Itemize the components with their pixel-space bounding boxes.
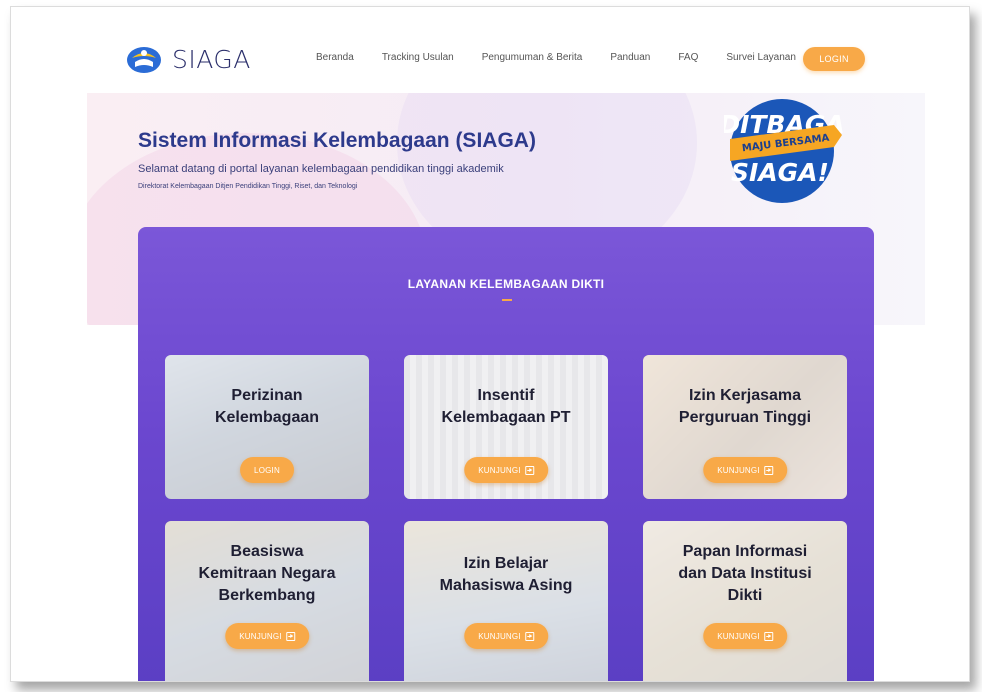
site-logo[interactable]: SIAGA [126, 44, 251, 74]
card-title-line: Berkembang [218, 587, 316, 604]
button-label: KUNJUNGI [478, 465, 521, 475]
nav-item-faq[interactable]: FAQ [678, 52, 698, 63]
brand-name: SIAGA [172, 44, 251, 74]
card-title-line: Papan Informasi [682, 543, 808, 560]
nav-item-tracking-usulan[interactable]: Tracking Usulan [382, 52, 454, 63]
hero-subtitle: Selamat datang di portal layanan kelemba… [138, 163, 504, 175]
service-card-kerjasama[interactable]: Izin Kerjasama Perguruan Tinggi KUNJUNGI [643, 355, 847, 499]
navbar: SIAGA Beranda Tracking Usulan Pengumuman… [11, 7, 969, 93]
card-overlay [404, 521, 608, 681]
card-title-line: Insentif [477, 387, 535, 404]
tut-wuri-handayani-logo-icon [127, 47, 161, 73]
card-title-line: Beasiswa [230, 543, 304, 560]
button-label: KUNJUNGI [478, 631, 521, 641]
browser-frame: SIAGA Beranda Tracking Usulan Pengumuman… [10, 6, 970, 682]
card-visit-button[interactable]: KUNJUNGI [703, 457, 787, 483]
card-title: Papan Informasi dan Data Institusi Dikti [643, 541, 847, 607]
card-title-line: Dikti [727, 587, 763, 604]
service-card-insentif[interactable]: Insentif Kelembagaan PT KUNJUNGI [404, 355, 608, 499]
card-title: Izin Belajar Mahasiswa Asing [404, 553, 608, 597]
card-title: Insentif Kelembagaan PT [404, 385, 608, 429]
service-card-perizinan[interactable]: Perizinan Kelembagaan LOGIN [165, 355, 369, 499]
card-title-line: Izin Belajar [463, 555, 549, 572]
card-title-line: Perizinan [231, 387, 303, 404]
services-panel: LAYANAN KELEMBAGAAN DIKTI Perizinan Kele… [138, 227, 874, 681]
card-login-button[interactable]: LOGIN [240, 457, 294, 483]
card-title: Beasiswa Kemitraan Negara Berkembang [165, 541, 369, 607]
card-title-line: dan Data Institusi [678, 565, 812, 582]
ditbaga-siaga-badge-icon: DITBAGA MAJU BERSAMA SIAGA! [724, 99, 844, 203]
enter-icon [763, 631, 773, 641]
card-visit-button[interactable]: KUNJUNGI [703, 623, 787, 649]
nav-item-panduan[interactable]: Panduan [610, 52, 650, 63]
card-title-line: Mahasiswa Asing [439, 577, 573, 594]
services-title: LAYANAN KELEMBAGAAN DIKTI [407, 277, 605, 291]
enter-icon [524, 631, 534, 641]
card-title: Perizinan Kelembagaan [165, 385, 369, 429]
card-title-line: Izin Kerjasama [688, 387, 802, 404]
button-label: KUNJUNGI [717, 465, 760, 475]
login-button[interactable]: LOGIN [803, 47, 865, 71]
card-title-line: Kelembagaan PT [441, 409, 571, 426]
service-card-beasiswa[interactable]: Beasiswa Kemitraan Negara Berkembang KUN… [165, 521, 369, 681]
service-card-papan-informasi[interactable]: Papan Informasi dan Data Institusi Dikti… [643, 521, 847, 681]
button-label: LOGIN [254, 465, 280, 475]
page-title: Sistem Informasi Kelembagaan (SIAGA) [138, 129, 536, 152]
card-title: Izin Kerjasama Perguruan Tinggi [643, 385, 847, 429]
badge-line2: SIAGA! [731, 158, 829, 187]
enter-icon [285, 631, 295, 641]
card-visit-button[interactable]: KUNJUNGI [464, 457, 548, 483]
enter-icon [763, 465, 773, 475]
nav-item-beranda[interactable]: Beranda [316, 52, 354, 63]
button-label: KUNJUNGI [717, 631, 760, 641]
card-title-line: Perguruan Tinggi [678, 409, 812, 426]
card-visit-button[interactable]: KUNJUNGI [225, 623, 309, 649]
card-title-line: Kelembagaan [214, 409, 320, 426]
card-visit-button[interactable]: KUNJUNGI [464, 623, 548, 649]
main-nav: Beranda Tracking Usulan Pengumuman & Ber… [316, 52, 824, 63]
enter-icon [524, 465, 534, 475]
button-label: KUNJUNGI [239, 631, 282, 641]
title-underline [502, 299, 512, 301]
card-title-line: Kemitraan Negara [198, 565, 336, 582]
nav-item-pengumuman-berita[interactable]: Pengumuman & Berita [482, 52, 583, 63]
nav-item-survei-layanan[interactable]: Survei Layanan [726, 52, 796, 63]
hero-organization: Direktorat Kelembagaan Ditjen Pendidikan… [138, 183, 358, 190]
service-card-izin-belajar[interactable]: Izin Belajar Mahasiswa Asing KUNJUNGI [404, 521, 608, 681]
